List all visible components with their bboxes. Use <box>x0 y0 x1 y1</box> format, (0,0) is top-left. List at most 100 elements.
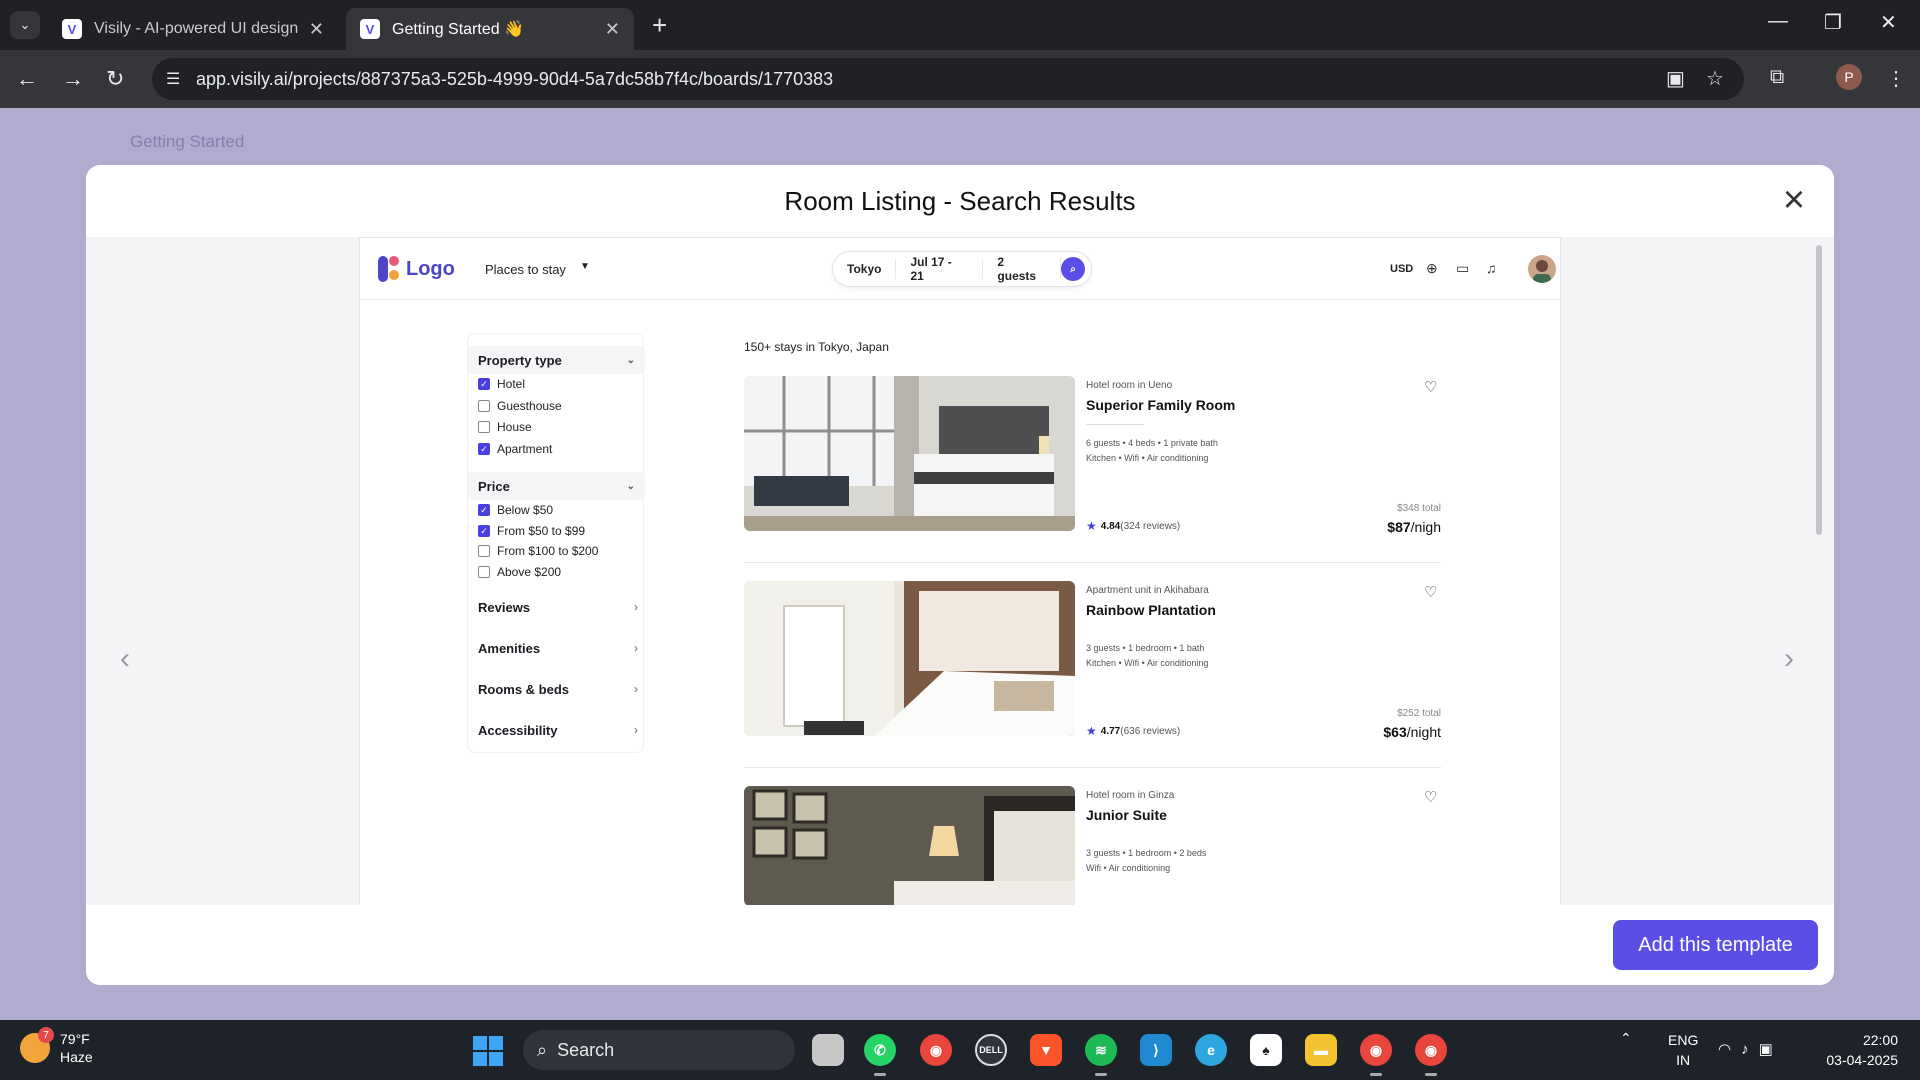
chrome-profile-icon[interactable]: ◉ <box>1415 1034 1447 1076</box>
filter-header-price[interactable]: Price ⌄ <box>468 472 645 500</box>
windows-start-icon[interactable] <box>473 1036 503 1066</box>
globe-icon[interactable]: ⊕ <box>1426 260 1438 277</box>
rating-value: 4.84 <box>1100 520 1121 532</box>
filter-section-reviews[interactable]: Reviews › <box>478 600 638 615</box>
search-icon[interactable]: ⌕ <box>1061 257 1085 281</box>
filter-header-label: Property type <box>478 352 562 368</box>
bookmark-star-icon[interactable]: ☆ <box>1706 66 1724 91</box>
add-template-button[interactable]: Add this template <box>1613 920 1818 970</box>
close-icon[interactable]: ✕ <box>309 19 324 40</box>
chrome-icon[interactable]: ◉ <box>920 1034 952 1066</box>
tab-visily[interactable]: V Visily - AI-powered UI design so ✕ <box>48 8 338 50</box>
minimize-icon[interactable]: — <box>1768 10 1788 33</box>
close-icon[interactable]: ✕ <box>605 19 620 40</box>
avatar[interactable] <box>1528 255 1556 283</box>
listing-title[interactable]: Rainbow Plantation <box>1086 602 1216 618</box>
file-explorer-icon[interactable]: ▬ <box>1305 1034 1337 1066</box>
template-preview-modal: Room Listing - Search Results × ‹ › Logo… <box>86 165 1834 985</box>
tab-search-button[interactable]: ⌄ <box>10 11 40 39</box>
checkbox-50-99[interactable]: ✓ From $50 to $99 <box>478 524 585 538</box>
edge-icon[interactable]: e <box>1195 1034 1227 1066</box>
clock[interactable]: 22:00 03-04-2025 <box>1808 1030 1898 1070</box>
heart-icon[interactable]: ♡ <box>1424 788 1437 806</box>
dell-icon[interactable]: DELL <box>975 1034 1007 1066</box>
listing-card[interactable]: Hotel room in Ginza Junior Suite 3 guest… <box>744 786 1441 905</box>
menu-dots-icon[interactable]: ⋮ <box>1886 66 1906 91</box>
filter-section-label: Rooms & beds <box>478 682 570 697</box>
checkbox-guesthouse[interactable]: Guesthouse <box>478 399 562 413</box>
currency-selector[interactable]: USD <box>1390 263 1413 275</box>
brave-icon[interactable]: ▼ <box>1030 1034 1062 1066</box>
next-arrow-icon[interactable]: › <box>1784 642 1794 676</box>
heart-icon[interactable]: ♡ <box>1424 378 1437 396</box>
language-indicator[interactable]: ENG IN <box>1668 1030 1698 1070</box>
window-close-icon[interactable]: ✕ <box>1880 10 1897 35</box>
review-count: (324 reviews) <box>1120 520 1181 532</box>
weather-widget[interactable]: 7 79°F Haze <box>20 1027 93 1066</box>
search-dates[interactable]: Jul 17 - 21 <box>896 255 984 283</box>
room-photo[interactable] <box>744 786 1075 905</box>
modal-scrollbar[interactable] <box>1816 245 1822 535</box>
task-view-icon[interactable] <box>812 1034 844 1066</box>
heart-icon[interactable]: ♡ <box>1424 583 1437 601</box>
listing-price: $63/night <box>1383 724 1441 740</box>
modal-footer <box>86 905 1834 985</box>
clipboard-icon[interactable]: ▣ <box>1666 66 1685 91</box>
filter-section-amenities[interactable]: Amenities › <box>478 641 638 656</box>
back-icon[interactable]: ← <box>16 66 38 92</box>
tab-getting-started[interactable]: V Getting Started 👋 ✕ <box>346 8 634 50</box>
checked-icon: ✓ <box>478 443 490 455</box>
places-dropdown[interactable]: Places to stay <box>485 262 566 277</box>
new-tab-icon[interactable]: + <box>652 10 667 41</box>
chrome-profile-icon[interactable]: ◉ <box>1360 1034 1392 1076</box>
listing-title[interactable]: Junior Suite <box>1086 807 1167 823</box>
checkbox-hotel[interactable]: ✓ Hotel <box>478 377 525 391</box>
bell-icon[interactable]: ♫ <box>1486 260 1497 276</box>
rating-value: 4.77 <box>1100 725 1121 737</box>
filter-header-property-type[interactable]: Property type ⌄ <box>468 346 645 374</box>
system-tray-icons[interactable]: ◠♪▣ <box>1718 1040 1783 1058</box>
weather-desc: Haze <box>60 1049 93 1065</box>
browser-tab-bar: ⌄ V Visily - AI-powered UI design so ✕ V… <box>0 0 1920 50</box>
tray-overflow-icon[interactable]: ⌃ <box>1620 1030 1632 1047</box>
room-photo[interactable] <box>744 581 1075 736</box>
reload-icon[interactable]: ↻ <box>106 66 124 92</box>
listing-title[interactable]: Superior Family Room <box>1086 397 1235 413</box>
previous-arrow-icon[interactable]: ‹ <box>120 642 130 676</box>
whatsapp-icon[interactable]: ✆ <box>864 1034 896 1076</box>
browser-toolbar: ← → ↻ ☰ app.visily.ai/projects/887375a3-… <box>0 50 1920 108</box>
weather-text: 79°F Haze <box>60 1030 93 1066</box>
checkbox-label: Above $200 <box>497 565 562 579</box>
weather-temp: 79°F <box>60 1031 90 1047</box>
profile-avatar[interactable]: P <box>1836 64 1862 90</box>
solitaire-icon[interactable]: ♠ <box>1250 1034 1282 1066</box>
checkbox-100-200[interactable]: From $100 to $200 <box>478 544 598 558</box>
checkbox-house[interactable]: House <box>478 420 532 434</box>
caret-down-icon[interactable]: ▼ <box>580 261 590 272</box>
spotify-icon[interactable]: ≋ <box>1085 1034 1117 1076</box>
message-icon[interactable]: ▭ <box>1456 260 1469 277</box>
listing-card[interactable]: Apartment unit in Akihabara Rainbow Plan… <box>744 581 1441 768</box>
room-photo[interactable] <box>744 376 1075 531</box>
checkbox-above-200[interactable]: Above $200 <box>478 565 561 579</box>
filter-section-accessibility[interactable]: Accessibility › <box>478 723 638 738</box>
chevron-right-icon: › <box>634 641 638 655</box>
listing-total: $252 total <box>1397 708 1441 719</box>
listing-card[interactable]: Hotel room in Ueno Superior Family Room … <box>744 376 1441 563</box>
restore-icon[interactable]: ❐ <box>1824 10 1842 35</box>
address-bar[interactable]: ☰ app.visily.ai/projects/887375a3-525b-4… <box>152 58 1744 100</box>
extensions-icon[interactable]: ⧉ <box>1770 66 1784 89</box>
close-icon[interactable]: × <box>1776 181 1812 221</box>
listing-subtitle: Hotel room in Ginza <box>1086 790 1175 801</box>
filter-section-label: Reviews <box>478 600 531 615</box>
search-guests[interactable]: 2 guests <box>983 255 1062 283</box>
checkbox-apartment[interactable]: ✓ Apartment <box>478 442 552 456</box>
forward-icon[interactable]: → <box>62 66 84 92</box>
taskbar-search[interactable]: ⌕ Search <box>523 1030 795 1070</box>
search-location[interactable]: Tokyo <box>833 259 897 279</box>
site-info-icon[interactable]: ☰ <box>166 69 180 89</box>
filter-section-rooms-beds[interactable]: Rooms & beds › <box>478 682 638 697</box>
search-bar[interactable]: Tokyo Jul 17 - 21 2 guests ⌕ <box>832 251 1092 287</box>
checkbox-below-50[interactable]: ✓ Below $50 <box>478 503 553 517</box>
vscode-icon[interactable]: ⟩ <box>1140 1034 1172 1066</box>
